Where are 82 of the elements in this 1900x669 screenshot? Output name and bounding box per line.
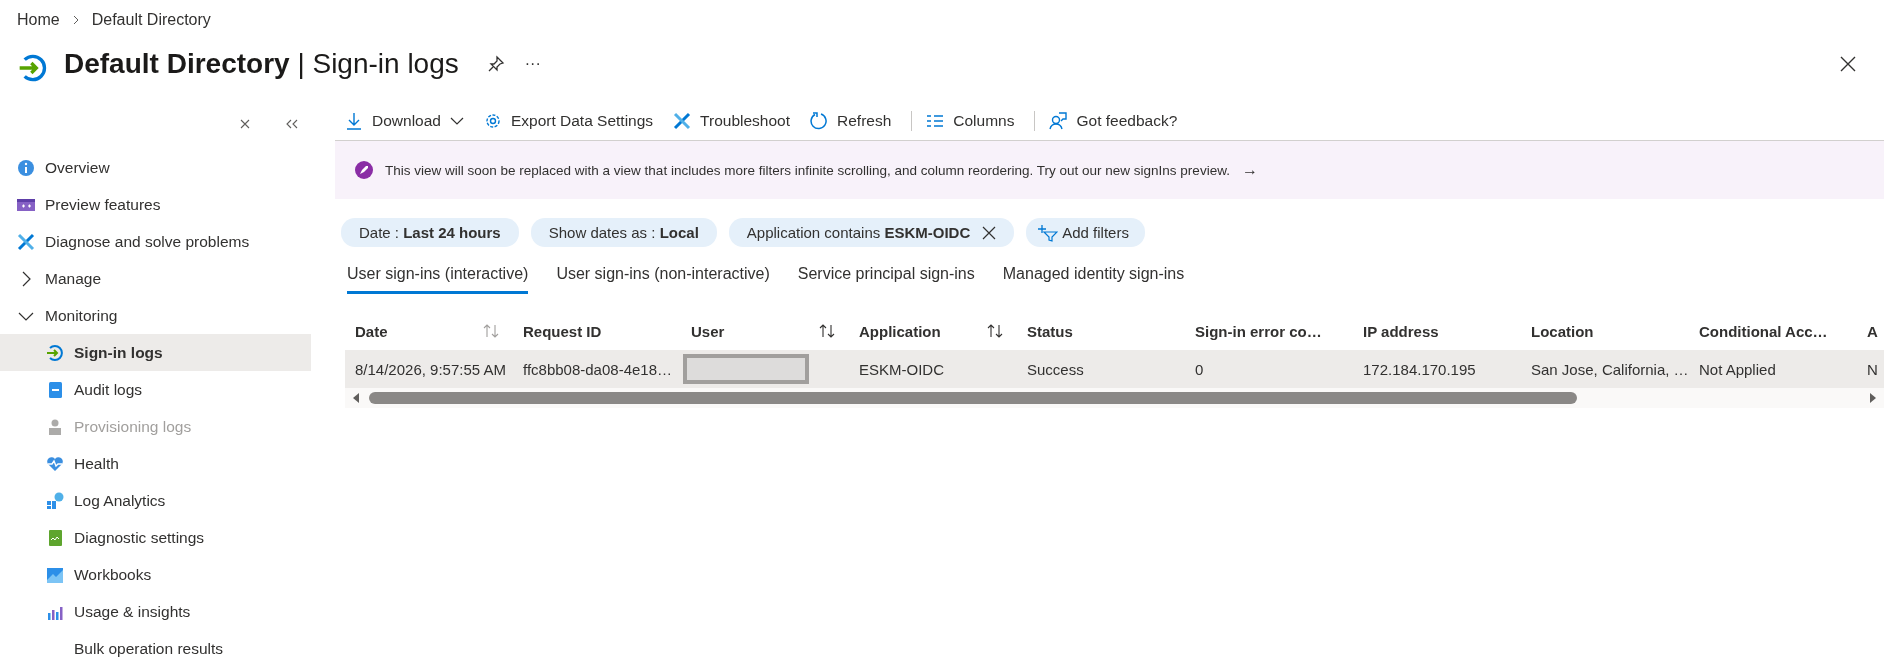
arrow-link[interactable]: → — [1241, 161, 1258, 179]
refresh-icon — [810, 111, 828, 130]
toolbar-button[interactable]: Refresh — [810, 111, 904, 130]
filter-pill[interactable]: Show dates as : Local — [530, 218, 717, 247]
close-icon[interactable] — [982, 225, 997, 240]
column-header[interactable]: Status — [1017, 322, 1185, 340]
filter-label: Date : Last 24 hours — [359, 224, 501, 241]
chevron-icon — [71, 15, 80, 25]
filter-label: Application contains ESKM-OIDC — [746, 224, 971, 241]
filter-pill[interactable]: Date : Last 24 hours — [341, 218, 519, 247]
column-header[interactable]: Application — [849, 322, 1017, 340]
toolbar-button[interactable]: Download — [345, 111, 476, 130]
table-cell: ESKM-OIDC — [859, 360, 944, 378]
sidebar-item[interactable]: Overview — [0, 149, 311, 186]
toolbar-button[interactable]: Troubleshoot — [673, 111, 802, 130]
close-icon[interactable] — [1840, 56, 1856, 72]
sidebar-item[interactable]: Workbooks — [0, 556, 311, 593]
analytics-icon — [46, 491, 64, 510]
sidebar-group[interactable]: Manage — [0, 260, 311, 297]
book-icon — [46, 380, 64, 399]
scroll-left-icon[interactable] — [351, 392, 361, 404]
sidebar-item[interactable]: Diagnostic settings — [0, 519, 311, 556]
sidebar-item[interactable]: Diagnose and solve problems — [0, 223, 311, 260]
horizontal-scrollbar[interactable] — [345, 388, 1884, 408]
table-cell: 8/14/2026, 9:57:55 AM — [355, 360, 506, 378]
chart-icon — [46, 565, 64, 584]
table-cell: ffc8bb08-da08-4e18… — [523, 360, 672, 378]
toolbar-button[interactable]: Export Data Settings — [483, 111, 666, 130]
add-filter-button[interactable]: Add filters — [1026, 218, 1145, 247]
caret-icon — [449, 115, 464, 126]
table-cell: Success — [1027, 360, 1084, 378]
collapse-icon[interactable] — [285, 118, 299, 130]
close-icon[interactable] — [239, 118, 251, 130]
pin-icon[interactable] — [486, 55, 505, 73]
sidebar-item[interactable]: Health — [0, 445, 311, 482]
tab[interactable]: Managed identity sign-ins — [1002, 261, 1185, 294]
person-icon — [46, 417, 64, 436]
column-header[interactable]: IP address — [1353, 322, 1521, 340]
tab[interactable]: User sign-ins (interactive) — [347, 261, 529, 294]
table-cell: N — [1867, 360, 1878, 378]
scroll-right-icon[interactable] — [1868, 392, 1878, 404]
column-header[interactable]: User — [681, 322, 849, 340]
sign-in-icon — [18, 53, 48, 83]
column-header[interactable]: A — [1857, 322, 1884, 340]
document-icon — [46, 528, 64, 547]
table-cell: 0 — [1195, 360, 1204, 378]
breadcrumb-link[interactable]: Default Directory — [91, 11, 211, 29]
filter-pill[interactable]: Application contains ESKM-OIDC — [728, 218, 1015, 247]
sign-in-icon — [46, 343, 64, 362]
toolbar-button[interactable]: Got feedback? — [1049, 111, 1190, 130]
sidebar-item[interactable]: Preview features — [0, 186, 311, 223]
sidebar-item[interactable]: Audit logs — [0, 371, 311, 408]
sidebar-item[interactable]: Log Analytics — [0, 482, 311, 519]
column-header[interactable]: Request ID — [513, 322, 681, 340]
sidebar-item[interactable]: Sign-in logs — [0, 334, 311, 371]
column-header[interactable]: Conditional Acc… — [1689, 322, 1857, 340]
sidebar-item[interactable]: Bulk operation results — [0, 630, 311, 667]
sort-icon[interactable] — [987, 324, 1003, 338]
filter-label: Show dates as : Local — [548, 224, 699, 241]
info-icon — [17, 158, 35, 177]
sort-icon[interactable] — [819, 324, 835, 338]
column-header[interactable]: Sign-in error co… — [1185, 322, 1353, 340]
table-row[interactable]: 8/14/2026, 9:57:55 AM ffc8bb08-da08-4e18… ESKM-OIDC Success 0 172.184.170.195 San Jose, California, … Not Applied N — [345, 350, 1884, 388]
sidebar-item[interactable]: Usage & insights — [0, 593, 311, 630]
toolbar-button[interactable]: Columns — [926, 111, 1027, 130]
more-button[interactable]: ··· — [524, 55, 541, 73]
heart-icon — [46, 454, 64, 473]
column-header[interactable]: Location — [1521, 322, 1689, 340]
sidebar-group[interactable]: Monitoring — [0, 297, 311, 334]
filter-add-icon — [1038, 223, 1059, 242]
table-cell: Not Applied — [1699, 360, 1776, 378]
column-header[interactable]: Date — [345, 322, 513, 340]
table-cell: 172.184.170.195 — [1363, 360, 1476, 378]
tab[interactable]: User sign-ins (non-interactive) — [556, 261, 770, 294]
feedback-icon — [1049, 111, 1068, 130]
settings-icon — [483, 111, 502, 130]
download-icon — [345, 111, 363, 130]
banner-text: This view will soon be replaced with a view that includes more filters infinite scrolling, and column reordering. Try out our new signIns preview. — [385, 162, 1230, 178]
tab[interactable]: Service principal sign-ins — [797, 261, 975, 294]
page-title: Default Directory | Sign-in logs — [64, 48, 459, 80]
breadcrumb-link[interactable]: Home — [17, 11, 60, 29]
table-cell: San Jose, California, … — [1531, 360, 1689, 378]
